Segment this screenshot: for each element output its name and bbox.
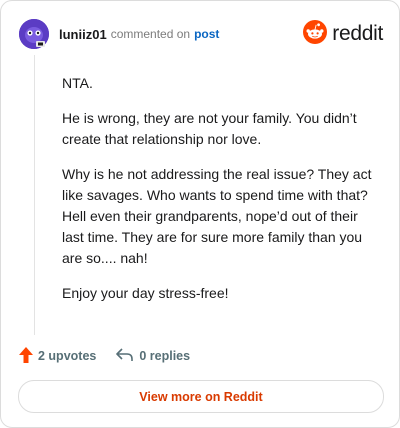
comment-paragraph: He is wrong, they are not your family. Y… [62,110,357,147]
post-link[interactable]: post [194,27,219,41]
reddit-snoo-icon [303,19,328,49]
view-more-button[interactable]: View more on Reddit [18,380,384,413]
comment-header: luniiz01 commented on post reddit [19,17,383,51]
comment-embed-card: luniiz01 commented on post reddit NTA. H… [0,0,400,428]
commented-on-text: commented on [110,27,191,41]
thread-line [34,55,35,335]
comment-paragraph: Enjoy your day stress-free! [62,285,229,301]
upvote-arrow-icon [19,346,33,366]
username-link[interactable]: luniiz01 [59,27,107,42]
reply-arrow-icon [116,347,134,365]
comment-paragraph: NTA. [62,75,93,91]
reddit-wordmark: reddit [332,22,383,45]
comment-paragraph: Why is he not addressing the real issue?… [62,166,372,266]
upvote-button[interactable]: 2 upvotes [19,346,97,366]
avatar-icon[interactable] [19,19,49,49]
comment-actions: 2 upvotes 0 replies [19,346,190,366]
reddit-brand-link[interactable]: reddit [303,19,383,49]
comment-body: NTA. He is wrong, they are not your fami… [62,73,380,318]
reply-button[interactable]: 0 replies [116,347,191,365]
upvote-count: 2 upvotes [38,349,97,363]
reply-count: 0 replies [139,349,191,363]
